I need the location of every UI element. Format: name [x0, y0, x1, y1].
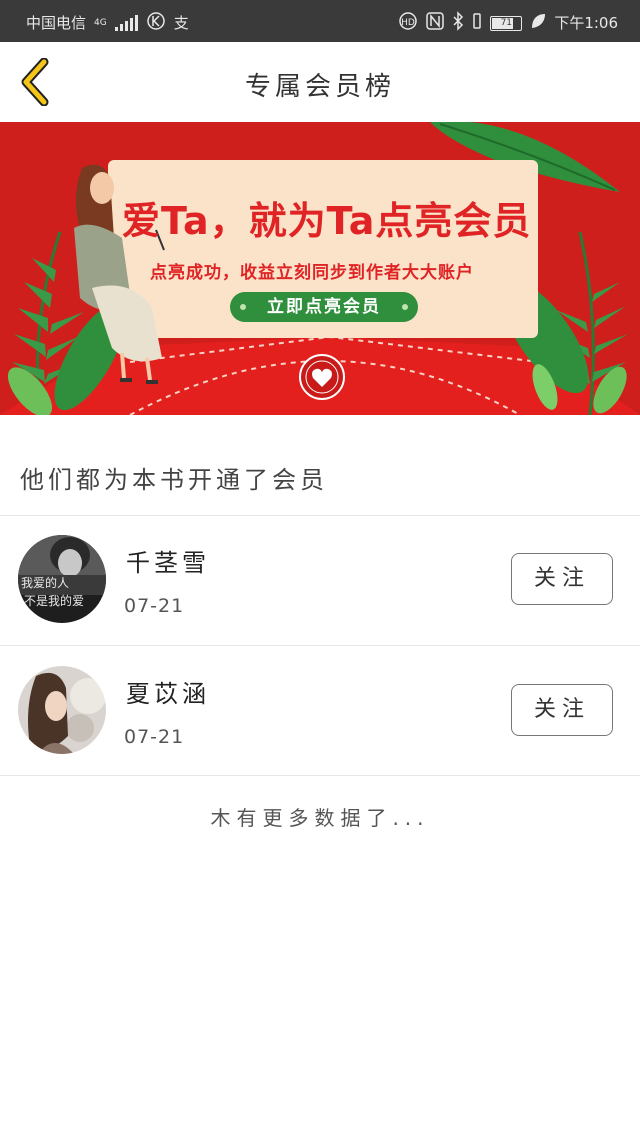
hd-icon: HD [398, 11, 418, 35]
network-label: 4G [94, 18, 107, 28]
alipay-icon: 支 [173, 14, 189, 32]
banner-subline: 点亮成功，收益立刻同步到作者大大账户 [150, 263, 474, 283]
k-icon [146, 11, 166, 35]
promo-banner[interactable]: 爱Ta，就为Ta点亮会员 点亮成功，收益立刻同步到作者大大账户 立即点亮会员 [0, 122, 640, 415]
divider [0, 775, 640, 776]
follow-button[interactable]: 关注 [511, 684, 613, 736]
avatar-caption-2: 不是我的爱 [24, 593, 84, 608]
follow-button[interactable]: 关注 [511, 553, 613, 605]
no-more-data-text: 木有更多数据了... [210, 806, 430, 830]
leaf-icon [530, 12, 546, 34]
activate-membership-button[interactable]: 立即点亮会员 [230, 292, 418, 322]
clock: 下午1:06 [554, 14, 618, 32]
avatar[interactable] [18, 666, 106, 754]
nfc-icon [426, 11, 445, 35]
avatar-caption-1: 我爱的人 [21, 575, 69, 590]
svg-text:HD: HD [401, 18, 415, 28]
member-row[interactable]: 夏苡涵 07-21 关注 [0, 646, 640, 776]
bluetooth-icon [452, 11, 464, 35]
carrier-label: 中国电信 [26, 14, 87, 32]
status-left: 中国电信 4G 支 [26, 11, 189, 35]
vibrate-icon [472, 11, 482, 35]
member-date: 07-21 [124, 726, 185, 748]
battery-level: 71 [500, 17, 513, 28]
page-title: 专属会员榜 [244, 72, 395, 102]
status-bar: 中国电信 4G 支 HD 71 下午1:06 [0, 0, 640, 42]
battery-icon: 71 [490, 15, 523, 31]
member-row[interactable]: 我爱的人 不是我的爱 千茎雪 07-21 关注 [0, 515, 640, 645]
section-title: 他们都为本书开通了会员 [20, 466, 328, 494]
status-right: HD 71 下午1:06 [398, 11, 618, 35]
app-header: 专属会员榜 [0, 42, 640, 122]
member-name: 夏苡涵 [126, 680, 210, 708]
member-name: 千茎雪 [126, 549, 210, 577]
member-date: 07-21 [124, 595, 185, 617]
avatar[interactable]: 我爱的人 不是我的爱 [18, 535, 106, 623]
signal-icon [114, 15, 138, 31]
banner-headline: 爱Ta，就为Ta点亮会员 [122, 199, 532, 243]
